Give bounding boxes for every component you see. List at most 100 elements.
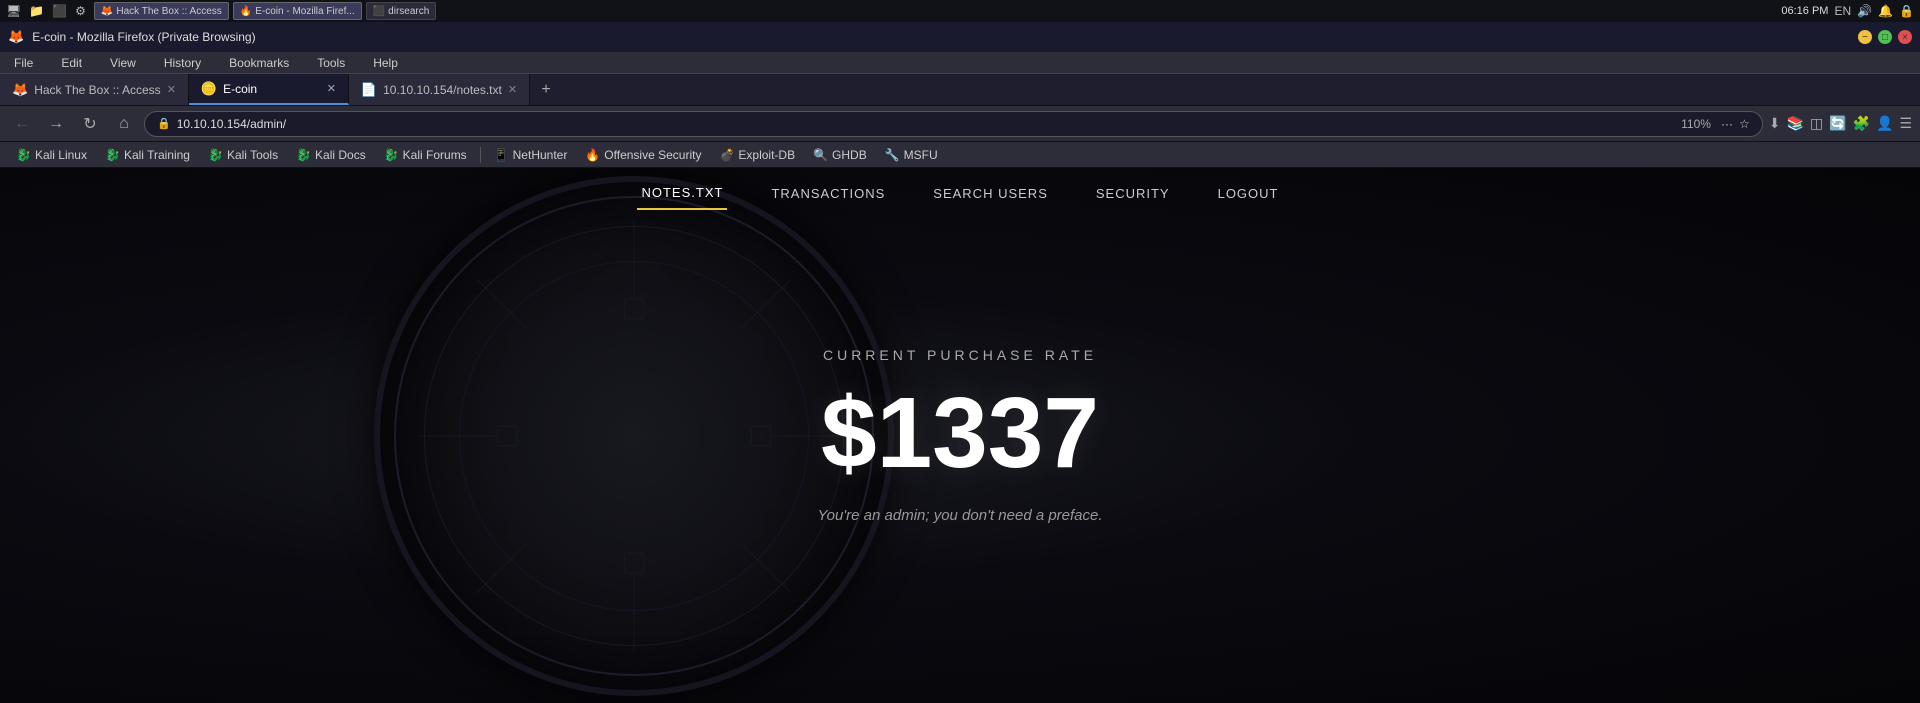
file-manager-icon[interactable]: 📁 (29, 4, 44, 18)
tab-ecoin[interactable]: 🪙 E-coin ✕ (189, 74, 349, 105)
menu-bookmarks[interactable]: Bookmarks (223, 54, 295, 72)
bookmark-kali-forums[interactable]: 🐉 Kali Forums (376, 146, 475, 164)
menu-icon[interactable]: ☰ (1899, 115, 1912, 132)
website-content: NOTES.TXT TRANSACTIONS SEARCH USERS SECU… (0, 168, 1920, 703)
bookmark-msfu-label: MSFU (904, 148, 938, 162)
tab-notes[interactable]: 📄 10.10.10.154/notes.txt ✕ (349, 74, 530, 105)
tab-close-ecoin[interactable]: ✕ (327, 82, 336, 95)
exploit-db-icon: 💣 (719, 148, 734, 162)
nav-logout[interactable]: LOGOUT (1214, 178, 1283, 209)
bookmark-kali-tools-label: Kali Tools (227, 148, 278, 162)
tab-label-htb: Hack The Box :: Access (34, 83, 161, 97)
bookmark-kali-tools[interactable]: 🐉 Kali Tools (200, 146, 286, 164)
settings-icon[interactable]: ⚙ (75, 4, 86, 18)
bookmark-kali-linux-label: Kali Linux (35, 148, 87, 162)
burpsuite-taskbtn[interactable]: 🦊 Hack The Box :: Access (94, 2, 229, 20)
terminal-icon[interactable]: ⬛ (52, 4, 67, 18)
zoom-level: 110% (1681, 117, 1711, 131)
minimize-button[interactable]: − (1858, 30, 1872, 44)
back-button[interactable]: ← (8, 110, 36, 138)
bookmark-nethunter[interactable]: 📱 NetHunter (486, 146, 576, 164)
notifications-icon[interactable]: 🔔 (1878, 4, 1893, 18)
maximize-button[interactable]: □ (1878, 30, 1892, 44)
bookmark-ghdb[interactable]: 🔍 GHDB (805, 146, 875, 164)
admin-message: You're an admin; you don't need a prefac… (817, 507, 1102, 524)
avatar-icon[interactable]: 👤 (1876, 115, 1893, 132)
firefox-taskbtn[interactable]: 🔥 E-coin - Mozilla Firef... (233, 2, 362, 20)
nav-bar: ← → ↻ ⌂ 🔒 10.10.10.154/admin/ 110% ··· ☆… (0, 106, 1920, 142)
nav-security[interactable]: SECURITY (1092, 178, 1174, 209)
forward-button[interactable]: → (42, 110, 70, 138)
bookmark-kali-training[interactable]: 🐉 Kali Training (97, 146, 198, 164)
bookmark-separator (480, 147, 481, 163)
firefox-logo: 🦊 (8, 29, 24, 45)
burpsuite-icon: 🦊 (101, 6, 113, 17)
tab-favicon-notes: 📄 (361, 82, 377, 98)
bookmark-exploit-db-label: Exploit-DB (738, 148, 795, 162)
terminal2-icon: ⬛ (373, 6, 385, 17)
bookmark-offensive-security[interactable]: 🔥 Offensive Security (577, 146, 709, 164)
menu-view[interactable]: View (104, 54, 142, 72)
bookmark-star-icon[interactable]: ☆ (1739, 117, 1750, 131)
menu-file[interactable]: File (8, 54, 39, 72)
kali-training-icon: 🐉 (105, 148, 120, 162)
taskbar-left: 🖥 📁 ⬛ ⚙ 🦊 Hack The Box :: Access 🔥 E-coi… (6, 2, 436, 20)
system-bar: 🖥 📁 ⬛ ⚙ 🦊 Hack The Box :: Access 🔥 E-coi… (0, 0, 1920, 22)
nav-notes-txt[interactable]: NOTES.TXT (637, 177, 727, 210)
nethunter-icon: 📱 (494, 148, 509, 162)
reload-button[interactable]: ↻ (76, 110, 104, 138)
site-nav: NOTES.TXT TRANSACTIONS SEARCH USERS SECU… (0, 168, 1920, 218)
network-icon[interactable]: 🔒 (1899, 4, 1914, 18)
url-text: 10.10.10.154/admin/ (177, 117, 1671, 131)
bookmark-exploit-db[interactable]: 💣 Exploit-DB (711, 146, 803, 164)
downloads-icon[interactable]: ⬇ (1769, 115, 1781, 132)
nav-right-icons: ⬇ 📚 ◫ 🔄 🧩 👤 ☰ (1769, 115, 1912, 132)
close-button[interactable]: × (1898, 30, 1912, 44)
menu-edit[interactable]: Edit (55, 54, 88, 72)
firefox-icon: 🔥 (240, 6, 252, 17)
tab-close-htb[interactable]: ✕ (167, 83, 176, 96)
nav-transactions[interactable]: TRANSACTIONS (767, 178, 889, 209)
site-main: CURRENT PURCHASE RATE $1337 You're an ad… (0, 168, 1920, 703)
tab-label-ecoin: E-coin (223, 82, 257, 96)
purchase-rate-value: $1337 (821, 383, 1099, 483)
kali-forums-icon: 🐉 (384, 148, 399, 162)
dirsearch-label: dirsearch (388, 6, 429, 17)
bookmarks-bar: 🐉 Kali Linux 🐉 Kali Training 🐉 Kali Tool… (0, 142, 1920, 168)
menu-tools[interactable]: Tools (311, 54, 351, 72)
volume-icon[interactable]: 🔊 (1857, 4, 1872, 18)
tab-favicon-ecoin: 🪙 (201, 81, 217, 97)
taskbar-right: 06:16 PM EN 🔊 🔔 🔒 (1781, 4, 1914, 18)
security-lock-icon: 🔒 (157, 117, 171, 130)
tab-htb-access[interactable]: 🦊 Hack The Box :: Access ✕ (0, 74, 189, 105)
extensions-icon[interactable]: 🧩 (1853, 115, 1870, 132)
burpsuite-label: Hack The Box :: Access (116, 6, 221, 17)
nav-search-users[interactable]: SEARCH USERS (929, 178, 1052, 209)
bookmark-msfu[interactable]: 🔧 MSFU (877, 146, 946, 164)
kali-tools-icon: 🐉 (208, 148, 223, 162)
ghdb-icon: 🔍 (813, 148, 828, 162)
new-tab-button[interactable]: + (530, 74, 562, 105)
home-button[interactable]: ⌂ (110, 110, 138, 138)
library-icon[interactable]: 📚 (1786, 115, 1803, 132)
url-bar[interactable]: 🔒 10.10.10.154/admin/ 110% ··· ☆ (144, 111, 1763, 137)
sync-icon[interactable]: 🔄 (1829, 115, 1846, 132)
sidebar-icon[interactable]: ◫ (1810, 115, 1823, 132)
clock: 06:16 PM (1781, 5, 1828, 17)
dirsearch-taskbtn[interactable]: ⬛ dirsearch (366, 2, 437, 20)
desktop-icon[interactable]: 🖥 (6, 4, 21, 18)
kali-linux-icon: 🐉 (16, 148, 31, 162)
bookmark-kali-linux[interactable]: 🐉 Kali Linux (8, 146, 95, 164)
offensive-security-icon: 🔥 (585, 148, 600, 162)
tab-close-notes[interactable]: ✕ (508, 83, 517, 96)
bookmark-offensive-security-label: Offensive Security (604, 148, 701, 162)
firefox-label: E-coin - Mozilla Firef... (255, 6, 354, 17)
more-options-icon[interactable]: ··· (1721, 117, 1733, 131)
menu-help[interactable]: Help (367, 54, 404, 72)
bookmark-kali-docs[interactable]: 🐉 Kali Docs (288, 146, 374, 164)
tab-bar: 🦊 Hack The Box :: Access ✕ 🪙 E-coin ✕ 📄 … (0, 74, 1920, 106)
purchase-rate-label: CURRENT PURCHASE RATE (823, 347, 1097, 363)
menu-history[interactable]: History (158, 54, 207, 72)
menu-bar: File Edit View History Bookmarks Tools H… (0, 52, 1920, 74)
msfu-icon: 🔧 (885, 148, 900, 162)
